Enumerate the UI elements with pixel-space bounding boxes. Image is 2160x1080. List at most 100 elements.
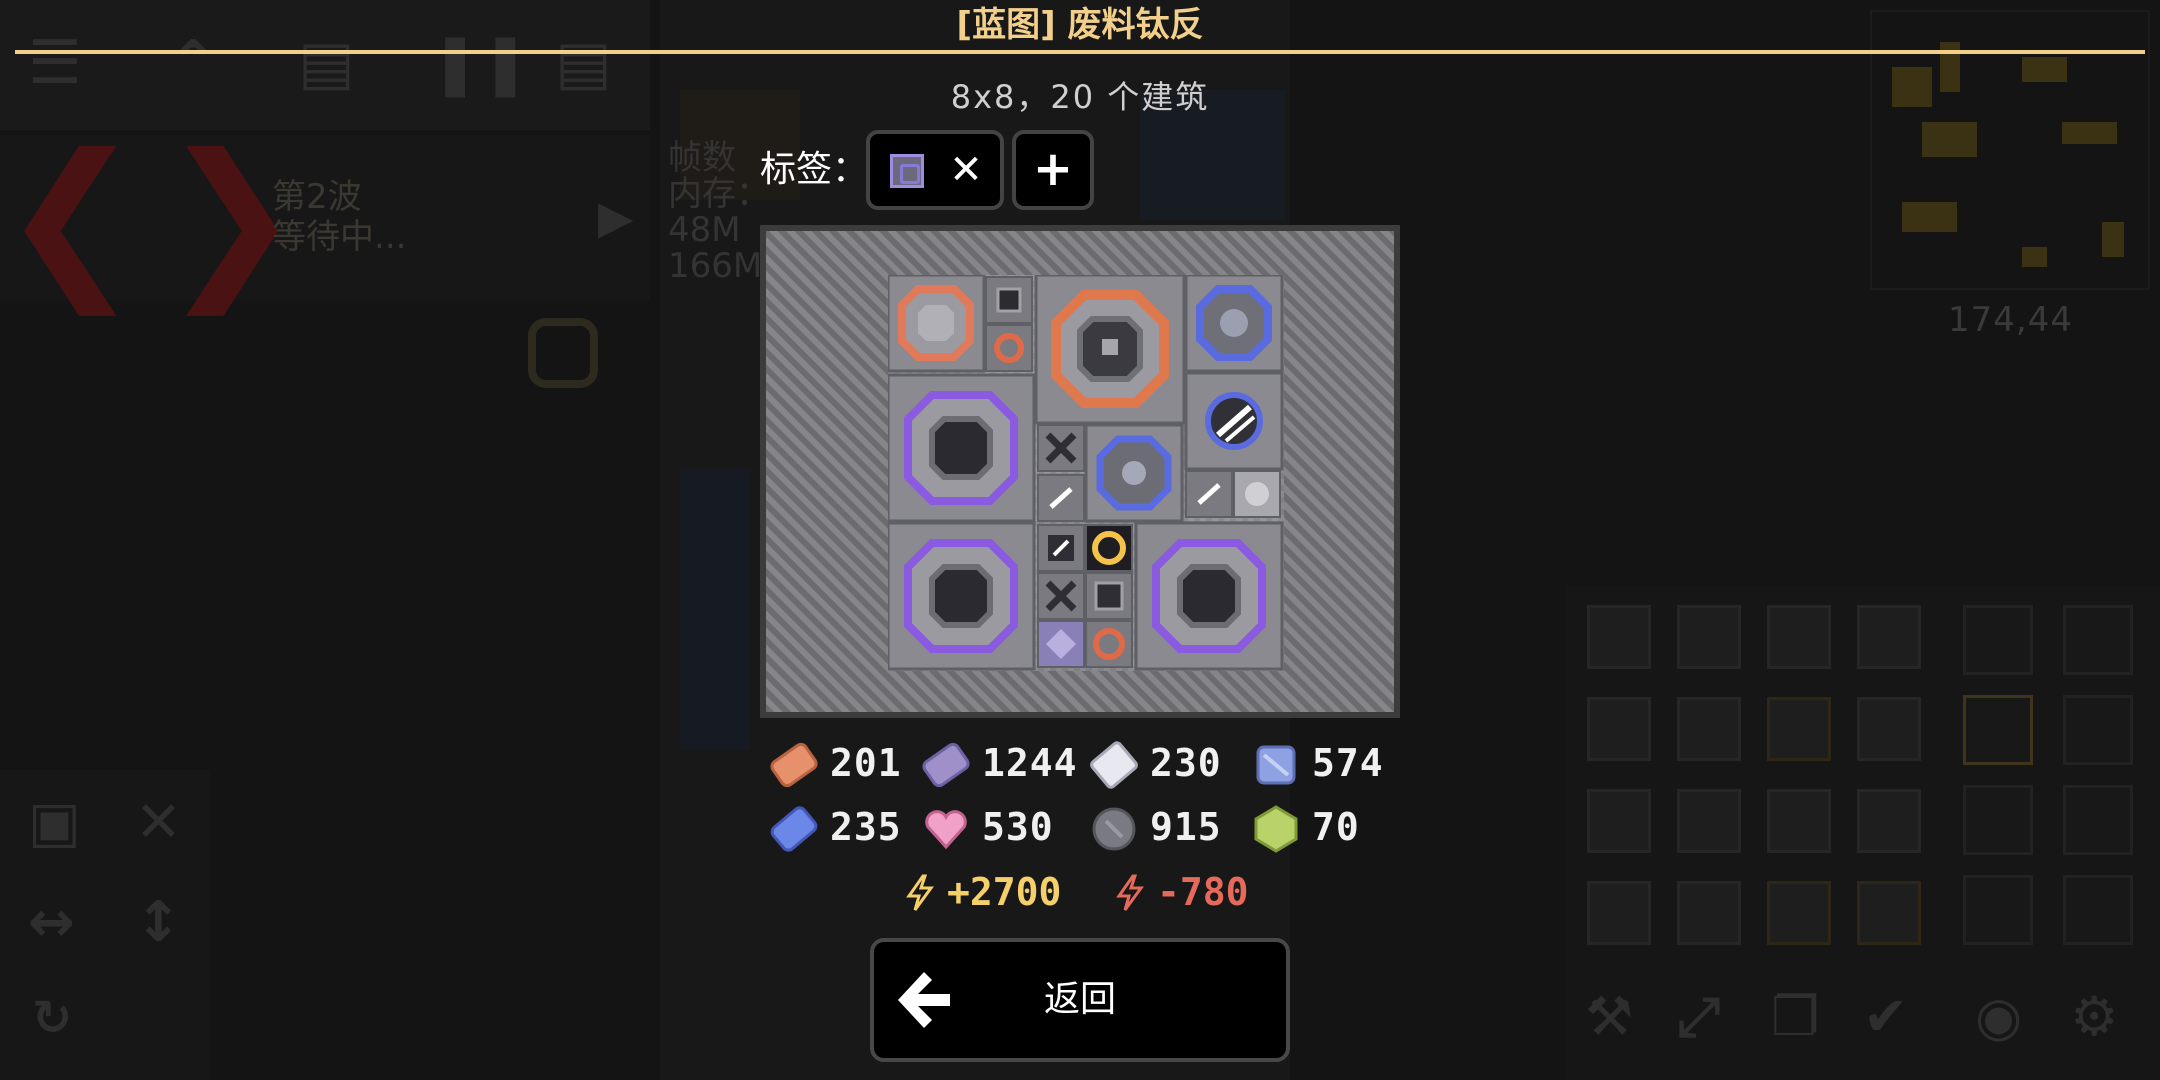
- debug-stats: 帧数 内存： 48M 166M: [668, 140, 770, 284]
- chip-icon[interactable]: ⚙: [2070, 985, 2118, 1048]
- purple-block-icon: [1134, 521, 1284, 671]
- small-right-icons: [1185, 470, 1281, 518]
- tags-label: 标签：: [760, 149, 869, 190]
- flip-vertical-icon[interactable]: ↕: [135, 890, 182, 955]
- block-slot[interactable]: [1677, 605, 1741, 669]
- world-block: [680, 470, 750, 750]
- save-icon[interactable]: ▣: [28, 790, 81, 855]
- target-icon[interactable]: ◉: [1975, 985, 2022, 1048]
- category-distribution-icon[interactable]: [1963, 695, 2033, 765]
- back-button-label: 返回: [1043, 979, 1116, 1020]
- memory-max-value: 166M: [668, 246, 763, 286]
- flip-horizontal-icon[interactable]: ↔: [28, 890, 75, 955]
- orange-block-icon: [888, 275, 986, 373]
- minimap-block: [1922, 122, 1977, 157]
- category-turret-icon[interactable]: [1963, 605, 2033, 675]
- category-units-icon[interactable]: [2063, 875, 2133, 945]
- category-liquid-icon[interactable]: [2063, 695, 2133, 765]
- schematic-tools-panel: ▣ ✕ ↔ ↕ ↻: [0, 770, 210, 1080]
- purple-block-icon: [888, 373, 1036, 523]
- add-tag-button[interactable]: +: [1012, 130, 1094, 210]
- silicon-icon: [1092, 807, 1136, 851]
- block-slot[interactable]: [1857, 789, 1921, 853]
- lead-amount: 1244: [982, 741, 1078, 785]
- copper-amount: 201: [830, 741, 902, 785]
- minimap-block: [2062, 122, 2117, 144]
- category-production-icon[interactable]: [2063, 605, 2133, 675]
- block-slot[interactable]: [1587, 697, 1651, 761]
- lightning-icon: [1116, 874, 1144, 911]
- minimap-block: [2022, 247, 2047, 267]
- tag-block-icon: [890, 154, 924, 188]
- rotate-icon[interactable]: ↻: [32, 990, 72, 1046]
- lightning-icon: [906, 874, 934, 911]
- phase-fabric-icon: [925, 810, 967, 850]
- copper-icon: [770, 742, 818, 788]
- block-slot[interactable]: [1767, 789, 1831, 853]
- striped-block-icon: [1184, 371, 1284, 471]
- diagonal-arrow-icon[interactable]: ⤢: [1677, 985, 1720, 1049]
- hammer-icon[interactable]: ⚒: [1585, 985, 1633, 1048]
- back-button[interactable]: 返回: [870, 938, 1290, 1062]
- large-orange-block-icon: [1034, 275, 1186, 425]
- memory-label: 内存：: [668, 174, 770, 214]
- minimap-block: [2102, 222, 2124, 257]
- schematic-image: [888, 275, 1284, 671]
- copy-icon[interactable]: ❐: [1771, 985, 1819, 1048]
- tag-chip[interactable]: ✕: [866, 130, 1004, 210]
- tag-remove-button[interactable]: ✕: [946, 144, 986, 196]
- wave-status: 等待中...: [272, 217, 407, 257]
- plastanium-amount: 235: [830, 805, 902, 849]
- fps-label: 帧数: [668, 138, 736, 178]
- phase-fabric-amount: 530: [982, 805, 1054, 849]
- plastanium-icon: [770, 806, 818, 852]
- thorium-icon: [1254, 805, 1298, 853]
- check-icon[interactable]: ✔: [1863, 985, 1908, 1048]
- schematic-preview: [760, 225, 1400, 718]
- core-marker-icon: [528, 318, 598, 388]
- block-slot[interactable]: [1767, 605, 1831, 669]
- dialog-title: [蓝图] 废料钛反: [956, 5, 1204, 45]
- category-crafting-icon[interactable]: [1963, 875, 2033, 945]
- block-slot[interactable]: [1767, 881, 1831, 945]
- thorium-amount: 70: [1312, 805, 1360, 849]
- power-produced-value: +2700: [947, 870, 1062, 914]
- play-icon[interactable]: ▶: [598, 190, 633, 244]
- lead-icon: [922, 742, 970, 788]
- block-slot[interactable]: [1767, 697, 1831, 761]
- metaglass-amount: 230: [1150, 741, 1222, 785]
- metaglass-icon: [1090, 741, 1138, 789]
- small-column-icons: [1037, 524, 1133, 668]
- category-power-icon[interactable]: [1963, 785, 2033, 855]
- requirements-row: 235 530 915 70: [768, 799, 1408, 859]
- block-slot[interactable]: [1587, 605, 1651, 669]
- power-consumed-value: -780: [1157, 870, 1249, 914]
- minimap-block: [1902, 202, 1957, 232]
- silicon-amount: 915: [1150, 805, 1222, 849]
- block-slot[interactable]: [1677, 697, 1741, 761]
- blue-block-icon: [1184, 275, 1284, 373]
- block-slot[interactable]: [1587, 789, 1651, 853]
- category-defense-icon[interactable]: [2063, 785, 2133, 855]
- purple-block-icon: [888, 521, 1036, 671]
- cursor-coords: 174,44: [1948, 300, 2073, 340]
- wave-panel: ❮ ❯ 第2波 等待中...: [0, 118, 650, 316]
- memory-value: 48M: [668, 210, 741, 250]
- requirements-row: 201 1244 230 574: [768, 735, 1408, 795]
- block-slot[interactable]: [1677, 881, 1741, 945]
- block-slot[interactable]: [1857, 605, 1921, 669]
- chevron-left-icon: ❮: [0, 118, 143, 316]
- small-block-icon: [985, 276, 1033, 372]
- block-slot[interactable]: [1857, 881, 1921, 945]
- close-icon[interactable]: ✕: [135, 790, 182, 855]
- title-divider: [15, 50, 2145, 54]
- titanium-amount: 574: [1312, 741, 1384, 785]
- schematic-size-info: 8x8，20 个建筑: [950, 78, 1210, 116]
- block-menu-panel: ⚒ ⤢ ❐ ✔ ◉ ⚙: [1565, 585, 2160, 1080]
- wave-label: 第2波: [272, 177, 362, 217]
- block-slot[interactable]: [1677, 789, 1741, 853]
- block-slot[interactable]: [1587, 881, 1651, 945]
- block-slot[interactable]: [1857, 697, 1921, 761]
- wave-info: 第2波 等待中...: [272, 177, 406, 257]
- blue-processor-icon: [1084, 423, 1184, 523]
